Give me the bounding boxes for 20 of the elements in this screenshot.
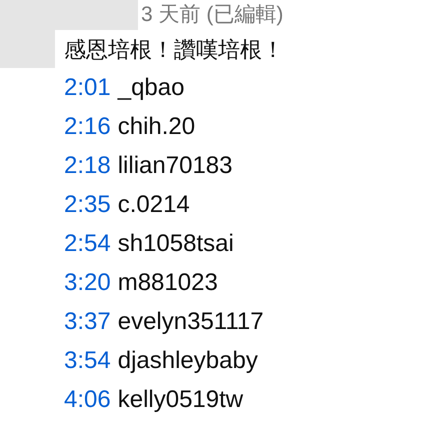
username: lilian70183 (118, 150, 232, 180)
username: sh1058tsai (118, 228, 234, 258)
timestamp-link[interactable]: 4:06 (64, 382, 111, 418)
username: djashleybaby (118, 346, 258, 376)
username: c.0214 (118, 190, 190, 220)
timestamp-link[interactable]: 2:18 (64, 148, 111, 184)
username: evelyn351117 (118, 306, 264, 336)
timestamp-link[interactable]: 2:01 (64, 70, 111, 106)
username: _qbao (118, 72, 184, 102)
timestamp-link[interactable]: 2:35 (64, 186, 111, 222)
timestamp-link[interactable]: 2:54 (64, 226, 111, 262)
timestamp-link[interactable]: 3:54 (64, 342, 111, 378)
username: kelly0519tw (118, 384, 244, 414)
timestamp-link[interactable]: 3:20 (64, 264, 111, 300)
comment-time: 3 天前 (已編輯) (141, 2, 284, 28)
comment-text: 感恩培根！讚嘆培根！ (64, 36, 284, 64)
timestamp-link[interactable]: 3:37 (64, 304, 111, 340)
username: m881023 (118, 268, 218, 298)
timestamp-link[interactable]: 2:16 (64, 108, 111, 144)
username: chih.20 (118, 112, 196, 142)
